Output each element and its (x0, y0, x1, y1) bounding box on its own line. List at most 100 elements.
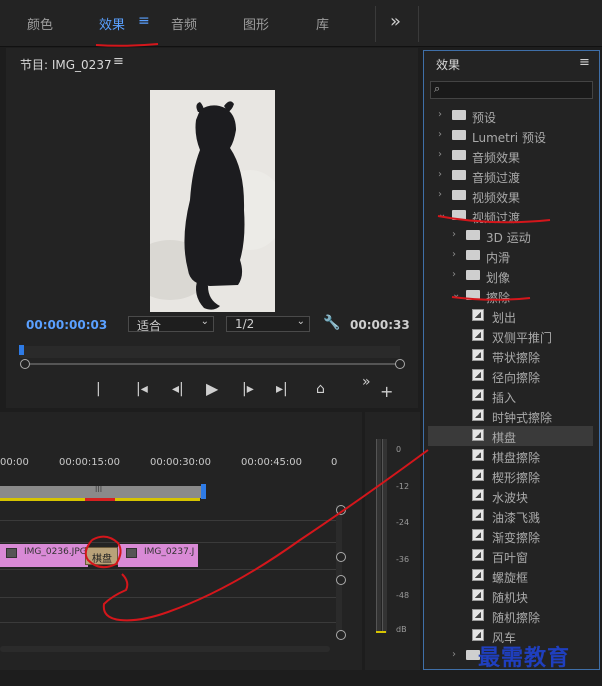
tree-item-label: 视频过渡 (472, 211, 521, 225)
scroll-handle[interactable] (336, 575, 346, 585)
effects-search-input[interactable]: ⌕ (430, 81, 593, 99)
effects-folder[interactable]: ⌄ 擦除 (428, 286, 593, 306)
resolution-dropdown[interactable]: 1/2 ⌄ (226, 316, 310, 332)
effects-transition-item[interactable]: 插入 (428, 386, 593, 406)
tree-item-label: 渐变擦除 (492, 531, 541, 545)
export-frame-icon[interactable]: ⌂ (316, 381, 325, 397)
track-divider (0, 622, 336, 623)
effects-folder[interactable]: › 视频效果 (428, 186, 593, 206)
track-divider (0, 542, 336, 543)
meter-level (376, 631, 386, 633)
effects-transition-item[interactable]: 径向擦除 (428, 366, 593, 386)
go-to-out-icon[interactable]: ▸| (276, 381, 288, 397)
tree-item-label: 擦除 (486, 291, 511, 305)
effects-folder[interactable]: › 预设 (428, 106, 593, 126)
clip-img-0236[interactable]: IMG_0236.JPG (0, 544, 88, 567)
chevron-right-icon[interactable]: › (452, 249, 456, 260)
tab-audio[interactable]: 音频 (171, 14, 197, 33)
effects-transition-item[interactable]: 时钟式擦除 (428, 406, 593, 426)
effects-transition-item[interactable]: 水波块 (428, 486, 593, 506)
transition-icon (472, 609, 484, 621)
effects-transition-item[interactable]: 带状擦除 (428, 346, 593, 366)
scroll-handle[interactable] (336, 505, 346, 515)
program-title: 节目: IMG_0237 (20, 58, 112, 72)
tab-menu-icon[interactable]: ≡ (138, 13, 150, 29)
effects-transition-item[interactable]: 棋盘 (428, 426, 593, 446)
overflow-icon[interactable]: » (390, 11, 401, 32)
tree-item-label: 双侧平推门 (492, 331, 553, 345)
effects-transition-item[interactable]: 划出 (428, 306, 593, 326)
effects-transition-item[interactable]: 双侧平推门 (428, 326, 593, 346)
watermark: 最需教育 (478, 646, 571, 671)
chevron-right-icon[interactable]: › (438, 169, 442, 180)
resolution-dropdown-label: 1/2 (235, 317, 255, 331)
effects-folder[interactable]: ⌄ 视频过渡 (428, 206, 593, 226)
tab-color[interactable]: 颜色 (27, 14, 53, 33)
chevron-right-icon[interactable]: › (438, 109, 442, 120)
transition-icon (472, 349, 484, 361)
chevron-right-icon[interactable]: › (438, 189, 442, 200)
zoom-scrollbar[interactable] (24, 363, 398, 365)
panel-menu-icon[interactable]: ≡ (113, 54, 124, 69)
tab-effects[interactable]: 效果 (99, 14, 125, 33)
effects-folder[interactable]: › 内滑 (428, 246, 593, 266)
effects-folder[interactable]: › 3D 运动 (428, 226, 593, 246)
effects-transition-item[interactable]: 随机擦除 (428, 606, 593, 626)
effects-folder[interactable]: › 音频过渡 (428, 166, 593, 186)
transition-block[interactable]: 棋盘 (85, 547, 118, 565)
play-icon[interactable]: ▶ (206, 379, 218, 398)
effects-folder[interactable]: › 音频效果 (428, 146, 593, 166)
playhead-bar[interactable] (20, 346, 400, 358)
effects-transition-item[interactable]: 油漆飞溅 (428, 506, 593, 526)
playhead-marker[interactable] (19, 345, 24, 355)
effects-transition-item[interactable]: 螺旋框 (428, 566, 593, 586)
scroll-handle[interactable] (336, 552, 346, 562)
horizontal-scrollbar[interactable] (0, 646, 330, 652)
step-back-icon[interactable]: ◂| (172, 381, 184, 397)
clip-label: IMG_0237.J (144, 547, 195, 557)
effects-folder[interactable]: › 划像 (428, 266, 593, 286)
meter-bar-left (376, 439, 381, 633)
effects-folder[interactable]: › Lumetri 预设 (428, 126, 593, 146)
clip-img-0237[interactable]: IMG_0237.J (118, 544, 198, 567)
scroll-handle[interactable] (336, 630, 346, 640)
transition-icon (472, 589, 484, 601)
chevron-right-icon[interactable]: › (438, 149, 442, 160)
work-area-bar[interactable]: III (0, 485, 203, 498)
step-forward-icon[interactable]: |▸ (242, 381, 254, 397)
work-area-end-marker[interactable] (201, 484, 206, 499)
ruler-label: 0 (331, 457, 338, 468)
db-label: dB (396, 625, 407, 634)
zoom-handle-right[interactable] (395, 359, 405, 369)
tree-item-label: 棋盘擦除 (492, 451, 541, 465)
effects-transition-item[interactable]: 渐变擦除 (428, 526, 593, 546)
panel-menu-icon[interactable]: ≡ (579, 55, 590, 70)
tab-libraries[interactable]: 库 (316, 14, 329, 33)
fit-dropdown[interactable]: 适合 ⌄ (128, 316, 214, 333)
add-button-icon[interactable]: + (380, 382, 393, 401)
mark-in-icon[interactable]: | (96, 381, 101, 397)
current-timecode[interactable]: 00:00:00:03 (26, 318, 107, 332)
chevron-right-icon[interactable]: › (452, 229, 456, 240)
tab-graphics[interactable]: 图形 (243, 14, 269, 33)
effects-transition-item[interactable]: 随机块 (428, 586, 593, 606)
zoom-handle-left[interactable] (20, 359, 30, 369)
effects-transition-item[interactable]: 楔形擦除 (428, 466, 593, 486)
ruler-label: 00:00:30:00 (150, 457, 212, 468)
wrench-icon[interactable]: 🔧 (323, 315, 340, 331)
vertical-scrollbar[interactable] (336, 505, 342, 635)
more-controls-icon[interactable]: » (362, 374, 371, 390)
chevron-down-icon[interactable]: ⌄ (438, 209, 446, 220)
ruler-label: 00:00 (0, 457, 29, 468)
tree-item-label: 内滑 (486, 251, 511, 265)
effects-transition-item[interactable]: 棋盘擦除 (428, 446, 593, 466)
ruler-label: 00:00:15:00 (59, 457, 121, 468)
go-to-in-icon[interactable]: |◂ (136, 381, 148, 397)
track-divider (0, 569, 336, 570)
chevron-right-icon[interactable]: › (452, 649, 456, 660)
chevron-down-icon[interactable]: ⌄ (452, 289, 460, 300)
effects-transition-item[interactable]: 百叶窗 (428, 546, 593, 566)
tree-item-label: 水波块 (492, 491, 529, 505)
chevron-right-icon[interactable]: › (438, 129, 442, 140)
chevron-right-icon[interactable]: › (452, 269, 456, 280)
